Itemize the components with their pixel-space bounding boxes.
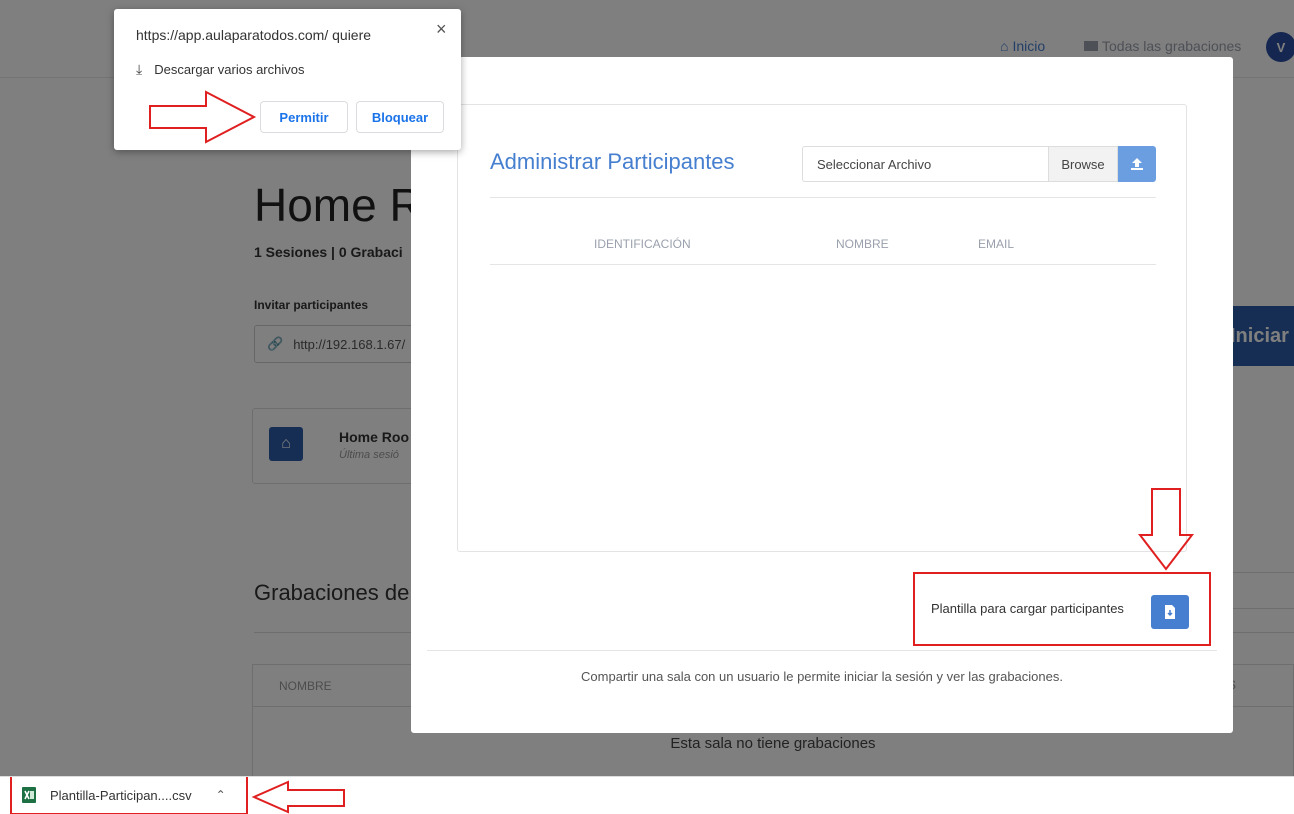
- divider: [490, 197, 1156, 198]
- divider: [427, 650, 1217, 651]
- annotation-arrow-left: [251, 780, 345, 814]
- upload-button[interactable]: [1118, 146, 1156, 182]
- popup-site-text: https://app.aulaparatodos.com/ quiere: [136, 27, 372, 43]
- upload-icon: [1131, 158, 1143, 170]
- allow-button[interactable]: Permitir: [260, 101, 348, 133]
- browse-button[interactable]: Browse: [1048, 146, 1118, 182]
- close-icon[interactable]: ×: [436, 19, 447, 40]
- modal-title: Administrar Participantes: [490, 149, 735, 174]
- download-icon: ⤓: [136, 61, 143, 77]
- column-header-email: EMAIL: [978, 237, 1015, 251]
- browser-download-bar: Plantilla-Participan....csv ⌃: [0, 776, 1294, 814]
- file-select-input[interactable]: Seleccionar Archivo: [802, 146, 1048, 182]
- participants-card: Administrar Participantes Seleccionar Ar…: [457, 104, 1187, 552]
- template-download-highlight: Plantilla para cargar participantes: [913, 572, 1211, 646]
- template-label: Plantilla para cargar participantes: [931, 601, 1124, 616]
- divider: [490, 264, 1156, 265]
- file-download-icon: [1165, 605, 1175, 619]
- download-template-button[interactable]: [1151, 595, 1189, 629]
- column-header-identificacion: IDENTIFICACIÓN: [594, 237, 691, 251]
- excel-file-icon: [22, 787, 36, 803]
- annotation-arrow-down: [1137, 488, 1195, 571]
- popup-permission-row: ⤓ Descargar varios archivos: [136, 61, 304, 78]
- column-header-nombre: NOMBRE: [836, 237, 889, 251]
- manage-participants-modal: Administrar Participantes Seleccionar Ar…: [411, 57, 1233, 733]
- chevron-up-icon[interactable]: ⌃: [216, 788, 226, 802]
- block-button[interactable]: Bloquear: [356, 101, 444, 133]
- annotation-arrow-right: [149, 90, 257, 144]
- popup-permission-text: Descargar varios archivos: [154, 62, 305, 77]
- file-upload-group: Seleccionar Archivo Browse: [802, 146, 1156, 182]
- modal-footer-text: Compartir una sala con un usuario le per…: [581, 669, 1063, 684]
- downloaded-file-item[interactable]: Plantilla-Participan....csv ⌃: [10, 777, 248, 814]
- downloaded-file-name: Plantilla-Participan....csv: [50, 787, 192, 803]
